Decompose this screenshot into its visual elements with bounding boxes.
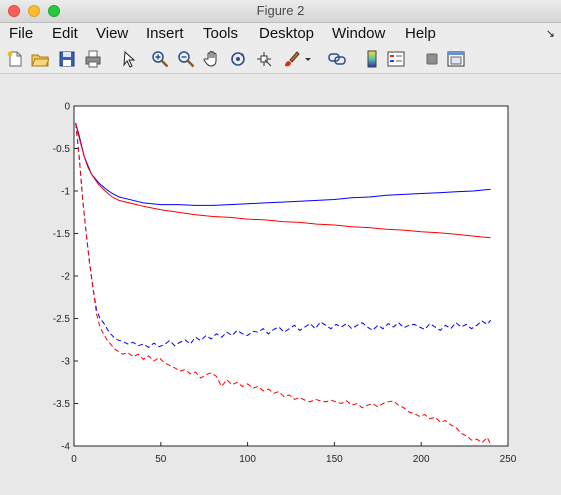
- x-tick-label: 250: [500, 454, 517, 465]
- hide-plot-tools-icon[interactable]: [423, 50, 441, 68]
- title-bar: Figure 2: [0, 0, 561, 23]
- menu-bar: File Edit View Insert Tools Desktop Wind…: [0, 23, 561, 45]
- open-file-icon[interactable]: [31, 50, 49, 68]
- x-tick-label: 0: [71, 454, 77, 465]
- x-tick-label: 150: [326, 454, 343, 465]
- window-title: Figure 2: [256, 3, 305, 18]
- menu-view[interactable]: View: [96, 25, 128, 42]
- brush-icon[interactable]: [282, 50, 300, 68]
- menu-help[interactable]: Help: [405, 25, 436, 42]
- x-tick-label: 50: [155, 454, 167, 465]
- brush-dropdown-icon[interactable]: [303, 50, 313, 68]
- y-tick-label: -3.5: [53, 399, 71, 410]
- menu-insert[interactable]: Insert: [146, 25, 184, 42]
- plot-axes[interactable]: 0 50 100 150 200 250 0 -0.5 -1 -1.5 -2 -2.5 -3 -3.5 -…: [0, 74, 561, 495]
- colorbar-icon[interactable]: [363, 50, 381, 68]
- link-plot-icon[interactable]: [328, 50, 346, 68]
- y-tick-label: -1: [61, 187, 70, 198]
- y-tick-label: -4: [61, 442, 70, 453]
- menu-edit[interactable]: Edit: [52, 25, 78, 42]
- y-tick-label: -0.5: [53, 144, 71, 155]
- data-cursor-icon[interactable]: [255, 50, 273, 68]
- show-plot-tools-icon[interactable]: [447, 50, 465, 68]
- new-figure-icon[interactable]: [6, 50, 24, 68]
- y-tick-label: -3: [61, 357, 70, 368]
- figure-canvas[interactable]: 0 50 100 150 200 250 0 -0.5 -1 -1.5 -2 -2.5 -3 -3.5 -…: [0, 74, 561, 495]
- menu-file[interactable]: File: [9, 25, 33, 42]
- axes-box: [73, 105, 509, 447]
- menu-tools[interactable]: Tools: [203, 25, 238, 42]
- rotate-3d-icon[interactable]: [229, 50, 247, 68]
- zoom-in-icon[interactable]: [151, 50, 169, 68]
- save-icon[interactable]: [58, 50, 76, 68]
- legend-icon[interactable]: [387, 50, 405, 68]
- y-tick-label: -2.5: [53, 314, 71, 325]
- menu-window[interactable]: Window: [332, 25, 385, 42]
- print-icon[interactable]: [84, 50, 102, 68]
- y-tick-label: -1.5: [53, 229, 71, 240]
- x-tick-label: 100: [239, 454, 256, 465]
- x-tick-label: 200: [413, 454, 430, 465]
- menu-desktop[interactable]: Desktop: [259, 25, 314, 42]
- edit-plot-arrow-icon[interactable]: [120, 50, 138, 68]
- y-tick-label: -2: [61, 272, 70, 283]
- dock-arrow-icon[interactable]: ↘: [546, 27, 555, 40]
- y-tick-label: 0: [64, 102, 70, 113]
- figure-toolbar: [0, 45, 561, 74]
- pan-hand-icon[interactable]: [203, 50, 221, 68]
- zoom-out-icon[interactable]: [177, 50, 195, 68]
